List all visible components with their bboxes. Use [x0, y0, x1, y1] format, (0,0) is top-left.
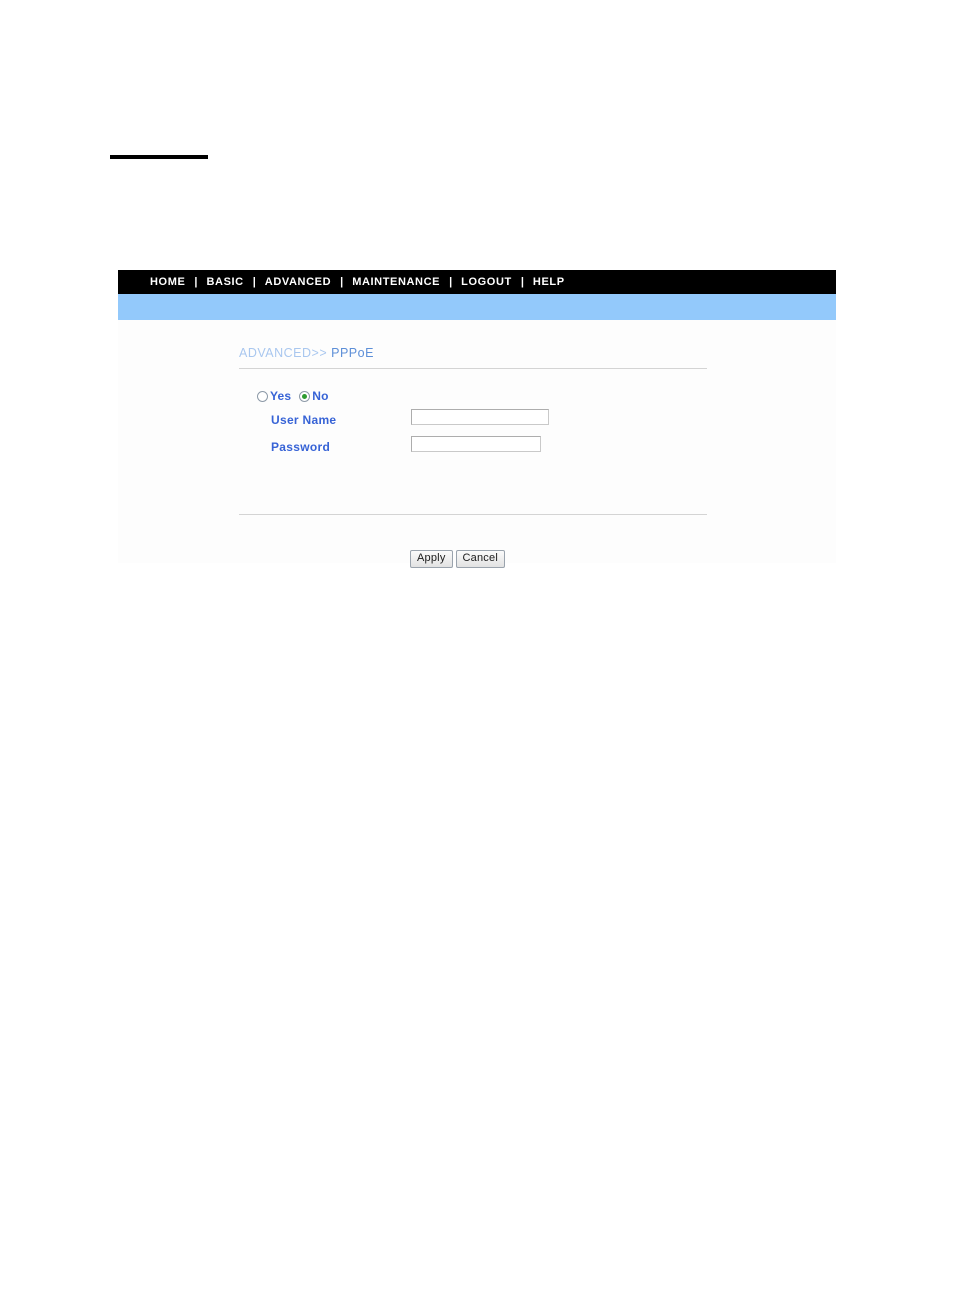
breadcrumb-current: PPPoE — [331, 346, 374, 360]
breadcrumb: ADVANCED>> PPPoE — [239, 347, 374, 360]
nav-separator: | — [252, 275, 256, 288]
radio-no-label: No — [312, 389, 329, 403]
nav-item-home[interactable]: HOME — [150, 276, 185, 288]
password-label: Password — [271, 440, 331, 454]
nav-item-basic[interactable]: BASIC — [206, 276, 243, 288]
nav-separator: | — [340, 275, 344, 288]
radio-option-no[interactable]: No — [299, 390, 328, 402]
cancel-button[interactable]: Cancel — [455, 550, 505, 568]
router-admin-panel: HOME | BASIC | ADVANCED | MAINTENANCE | … — [118, 270, 836, 568]
page-content: ADVANCED>> PPPoE Yes No User Name Passwo… — [118, 320, 836, 568]
nav-separator: | — [449, 275, 453, 288]
nav-item-help[interactable]: HELP — [533, 276, 565, 288]
nav-item-advanced[interactable]: ADVANCED — [265, 276, 331, 288]
nav-item-logout[interactable]: LOGOUT — [461, 276, 512, 288]
sub-navigation-bar — [118, 294, 836, 320]
username-input[interactable] — [411, 409, 549, 425]
action-button-row: Apply Cancel — [410, 550, 505, 568]
radio-option-yes[interactable]: Yes — [257, 390, 291, 402]
breadcrumb-parent[interactable]: ADVANCED>> — [239, 346, 327, 360]
pppoe-enable-radio-group: Yes No — [257, 390, 337, 402]
nav-item-maintenance[interactable]: MAINTENANCE — [352, 276, 440, 288]
password-input[interactable] — [411, 436, 541, 452]
content-divider-top — [239, 368, 707, 369]
nav-separator: | — [194, 275, 198, 288]
main-navigation-bar: HOME | BASIC | ADVANCED | MAINTENANCE | … — [118, 270, 836, 294]
radio-no-icon[interactable] — [299, 390, 311, 402]
username-label: User Name — [271, 413, 337, 427]
apply-button[interactable]: Apply — [410, 550, 453, 568]
content-divider-bottom — [239, 514, 707, 515]
radio-yes-icon[interactable] — [257, 390, 268, 402]
radio-yes-label: Yes — [270, 389, 292, 403]
nav-separator: | — [520, 275, 524, 288]
redacted-heading-rule — [110, 155, 208, 159]
